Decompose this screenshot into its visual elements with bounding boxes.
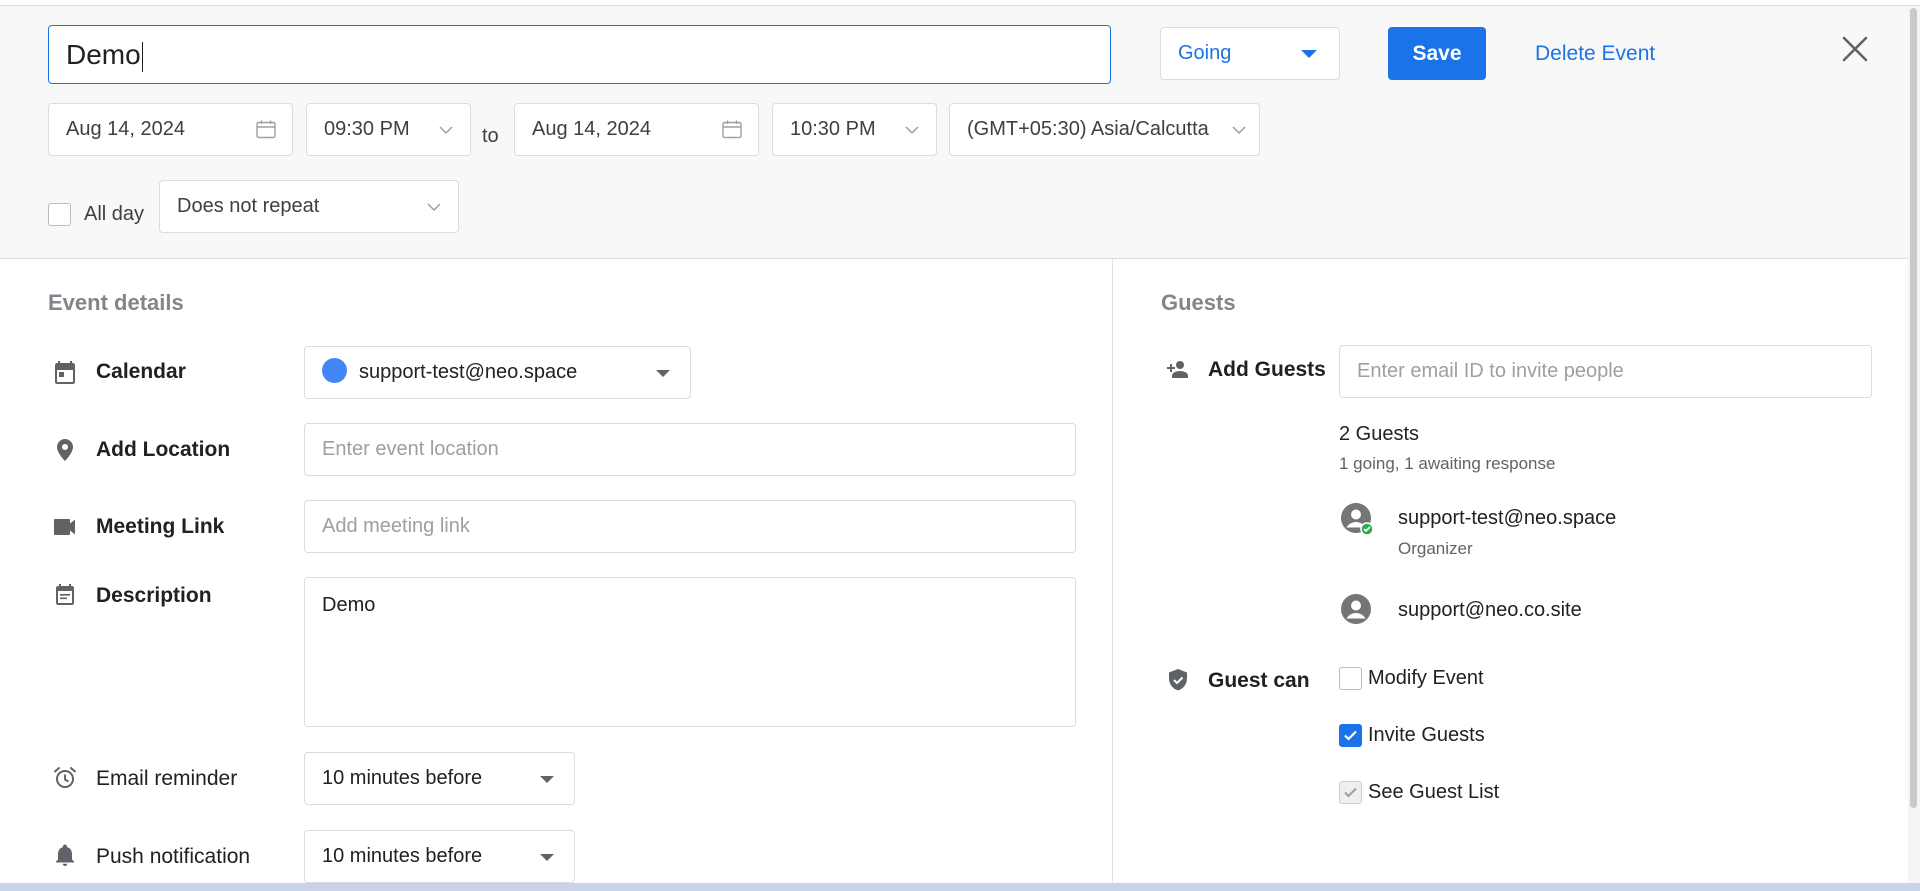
chevron-down-icon [1232, 126, 1246, 135]
calendar-color-dot [322, 358, 347, 384]
calendar-value: support-test@neo.space [359, 361, 578, 383]
guest-role: Organizer [1398, 539, 1473, 558]
rsvp-selected-label: Going [1178, 42, 1232, 64]
description-icon [56, 584, 74, 605]
repeat-select[interactable]: Does not repeat [159, 180, 459, 233]
push-notification-value: 10 minutes before [322, 845, 483, 867]
bell-icon [56, 844, 74, 866]
all-day-checkbox[interactable] [48, 203, 71, 226]
start-date-value: Aug 14, 2024 [66, 118, 185, 140]
meeting-link-label: Meeting Link [96, 515, 225, 538]
all-day-label: All day [84, 203, 145, 225]
timezone-value: (GMT+05:30) Asia/Calcutta [967, 118, 1209, 140]
caret-down-icon [540, 776, 554, 783]
guest-count: 2 Guests [1339, 423, 1420, 445]
guest-can-label: Guest can [1208, 669, 1310, 692]
email-reminder-select[interactable]: 10 minutes before [304, 752, 575, 805]
event-title-input[interactable]: Demo [48, 25, 1111, 84]
video-camera-icon [54, 519, 75, 535]
invite-guests-label: Invite Guests [1368, 724, 1485, 746]
rsvp-dropdown[interactable]: Going [1160, 27, 1340, 80]
calendar-icon [55, 361, 75, 384]
push-notification-select[interactable]: 10 minutes before [304, 830, 575, 883]
end-date-value: Aug 14, 2024 [532, 118, 651, 140]
caret-down-icon [1301, 50, 1317, 58]
see-guest-list-label: See Guest List [1368, 781, 1500, 803]
save-button[interactable]: Save [1388, 27, 1486, 80]
end-date-field[interactable]: Aug 14, 2024 [514, 103, 759, 156]
event-details-heading: Event details [48, 290, 184, 315]
guests-heading: Guests [1161, 290, 1236, 315]
end-time-field[interactable]: 10:30 PM [772, 103, 937, 156]
calendar-icon [722, 120, 742, 139]
event-title-text: Demo [66, 39, 141, 70]
invite-guests-checkbox[interactable] [1339, 724, 1362, 747]
guest-summary: 1 going, 1 awaiting response [1339, 454, 1556, 473]
add-guests-label: Add Guests [1208, 358, 1326, 381]
caret-down-icon [656, 370, 670, 377]
close-icon[interactable] [1838, 32, 1872, 66]
description-label: Description [96, 584, 212, 607]
chevron-down-icon [905, 126, 919, 135]
checkmark-icon [1344, 730, 1357, 741]
start-date-field[interactable]: Aug 14, 2024 [48, 103, 293, 156]
email-reminder-value: 10 minutes before [322, 767, 483, 789]
chevron-down-icon [439, 126, 453, 135]
add-guests-input[interactable]: Enter email ID to invite people [1339, 345, 1872, 398]
avatar [1341, 594, 1371, 624]
push-notification-label: Push notification [96, 845, 251, 868]
repeat-value: Does not repeat [177, 195, 320, 217]
scrollbar-thumb[interactable] [1910, 8, 1917, 808]
guest-email: support-test@neo.space [1398, 507, 1617, 529]
location-input[interactable]: Enter event location [304, 423, 1076, 476]
add-person-icon [1167, 361, 1188, 378]
email-reminder-label: Email reminder [96, 767, 238, 790]
end-time-value: 10:30 PM [790, 118, 876, 140]
calendar-select[interactable]: support-test@neo.space [304, 346, 691, 399]
meeting-link-input[interactable]: Add meeting link [304, 500, 1076, 553]
shield-icon [1169, 669, 1187, 691]
chevron-down-icon [427, 203, 441, 212]
bottom-edge [0, 883, 1920, 891]
see-guest-list-checkbox[interactable] [1339, 781, 1362, 804]
start-time-value: 09:30 PM [324, 118, 410, 140]
caret-down-icon [540, 854, 554, 861]
calendar-label: Calendar [96, 360, 186, 383]
alarm-clock-icon [54, 767, 76, 788]
description-textarea[interactable]: Demo [304, 577, 1076, 727]
timezone-select[interactable]: (GMT+05:30) Asia/Calcutta [949, 103, 1260, 156]
modify-event-checkbox[interactable] [1339, 667, 1362, 690]
checkmark-icon [1344, 787, 1357, 798]
modify-event-label: Modify Event [1368, 667, 1484, 689]
avatar [1341, 503, 1374, 536]
event-header: Demo Going Save Delete Event Aug 14, 202… [0, 6, 1908, 259]
column-divider [1112, 259, 1113, 891]
text-caret [141, 41, 143, 72]
start-time-field[interactable]: 09:30 PM [306, 103, 471, 156]
location-pin-icon [57, 439, 73, 461]
guest-email: support@neo.co.site [1398, 599, 1582, 621]
add-location-label: Add Location [96, 438, 231, 461]
delete-event-link[interactable]: Delete Event [1535, 42, 1655, 66]
to-label: to [482, 125, 499, 147]
calendar-icon [256, 120, 276, 139]
